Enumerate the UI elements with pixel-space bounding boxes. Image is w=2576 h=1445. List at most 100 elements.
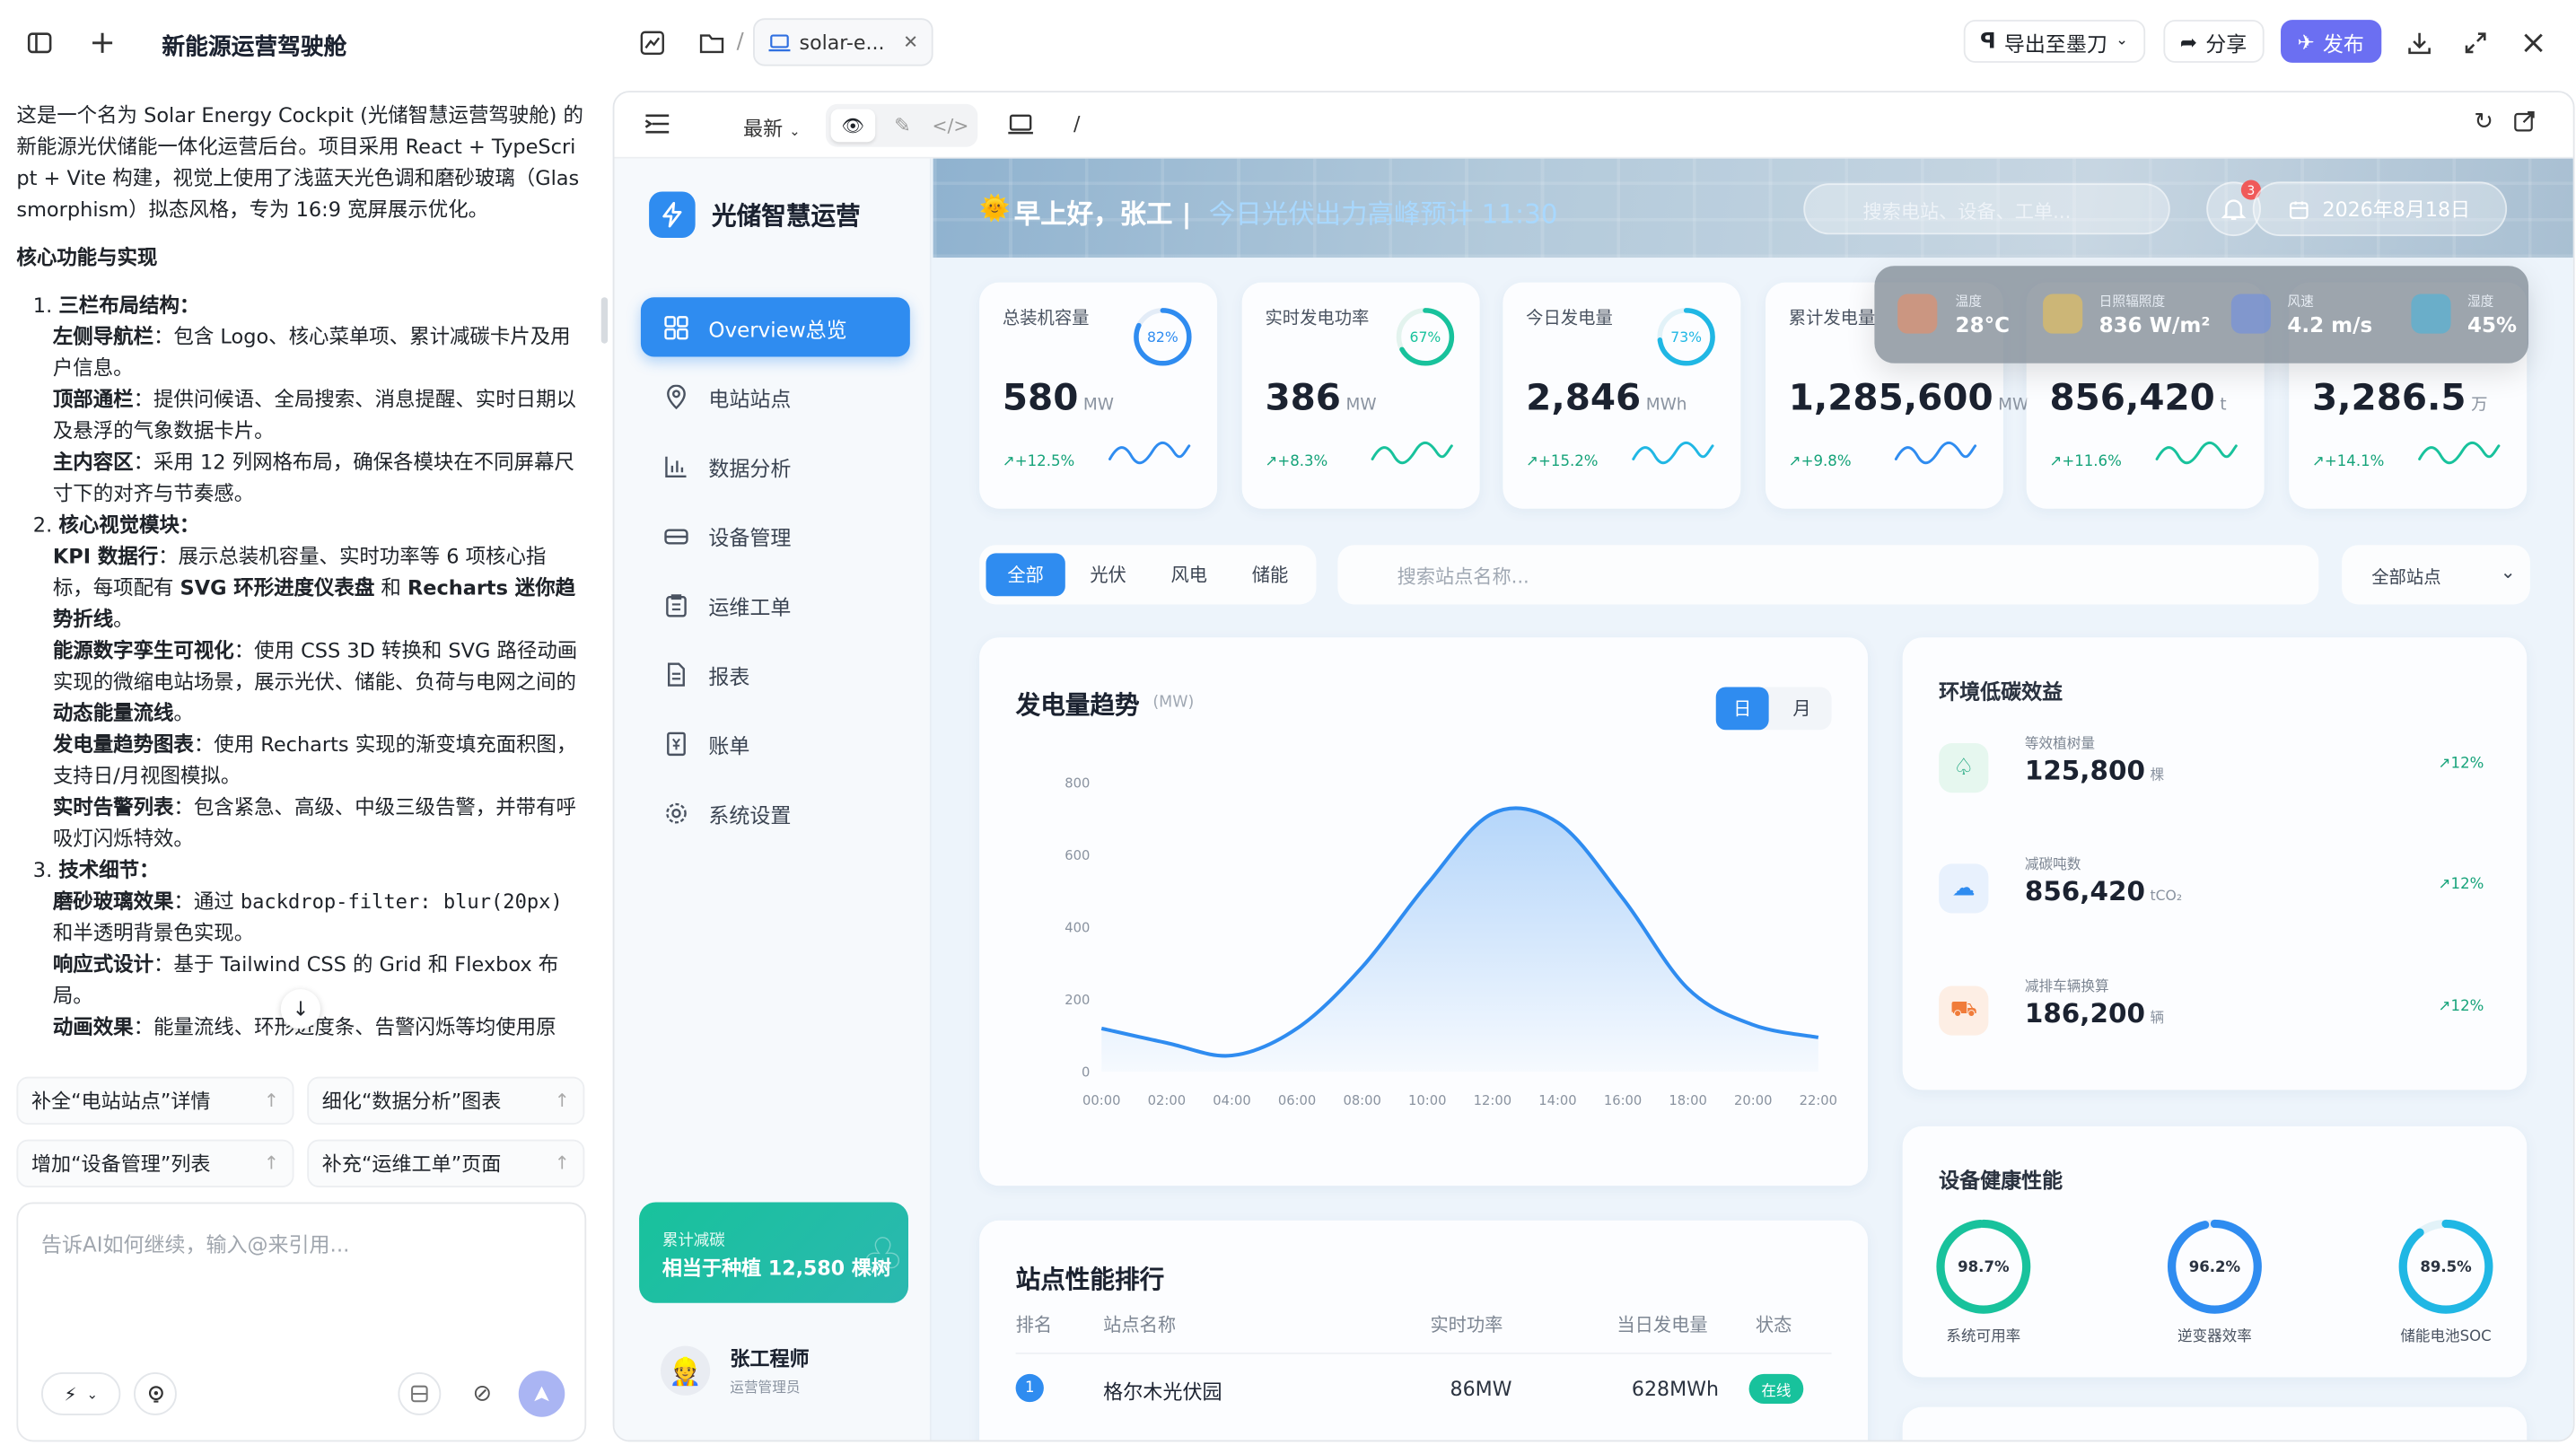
mode-selector[interactable]: ⚡ ⌄ bbox=[41, 1372, 121, 1415]
list-item: 磨砂玻璃效果：通过 backdrop-filter: blur(20px) 和半… bbox=[52, 889, 563, 945]
avatar: 👷 bbox=[661, 1345, 711, 1396]
col-header: 实时功率 bbox=[1430, 1314, 1503, 1336]
toggle-month[interactable]: 月 bbox=[1775, 687, 1828, 730]
carbon-label: 累计减碳 bbox=[662, 1231, 725, 1250]
suggestion-chip[interactable]: 补全“电站站点”详情 ↑ bbox=[16, 1076, 294, 1125]
sparkline-path bbox=[1108, 442, 1191, 465]
intro-text: 这是一个名为 Solar Energy Cockpit (光储智慧运营驾驶舱) … bbox=[16, 103, 583, 222]
attachment-box-icon[interactable] bbox=[398, 1372, 442, 1415]
menu-collapse-icon[interactable] bbox=[644, 112, 670, 136]
global-search-input[interactable]: 搜索电站、设备、工单... bbox=[1863, 198, 2072, 224]
station-search-input[interactable]: 搜索站点名称... bbox=[1398, 563, 1529, 589]
gear-icon bbox=[666, 801, 687, 823]
filter-tab-solar[interactable]: 光伏 bbox=[1070, 553, 1146, 596]
suggestion-chip[interactable]: 增加“设备管理”列表 ↑ bbox=[16, 1139, 294, 1187]
close-window-icon[interactable] bbox=[2512, 22, 2555, 65]
list-item: 动画效果：能量流线、环形进度条、告警闪烁等均使用原 bbox=[52, 1015, 556, 1039]
scroll-down-button[interactable]: ↓ bbox=[280, 989, 320, 1029]
preview-toolbar: 最新 ⌄ 👁 ✎ </> / ↻ bbox=[614, 92, 2573, 159]
kpi-card[interactable]: 总装机容量 82% 580 MW ↗+12.5% bbox=[979, 282, 1218, 509]
edit-pencil-icon[interactable]: ✎ bbox=[881, 109, 925, 142]
export-button[interactable]: ꟼ 导出至墨刀 ⌄ bbox=[1963, 20, 2145, 63]
droplet-icon bbox=[2411, 293, 2451, 334]
preview-panel: 最新 ⌄ 👁 ✎ </> / ↻ 光储智慧运营 Overview总览 电站站点 … bbox=[612, 91, 2575, 1442]
table-row[interactable]: 1 格尔木光伏园 86MW 628MWh 在线 bbox=[979, 1362, 1868, 1412]
env-item[interactable]: ☁ 减碳吨数 856,420 tCO₂ ↗12% bbox=[1939, 854, 2484, 936]
ring-gauge: 82% bbox=[1134, 308, 1192, 366]
env-item[interactable]: ♤ 等效植树量 125,800 棵 ↗12% bbox=[1939, 733, 2484, 816]
download-icon[interactable] bbox=[2398, 22, 2441, 65]
chat-input[interactable]: 告诉AI如何继续，输入@来引用... bbox=[41, 1227, 349, 1258]
nav-item-overview[interactable]: Overview总览 bbox=[640, 297, 910, 357]
open-external-icon[interactable] bbox=[2513, 110, 2535, 132]
send-message-button[interactable] bbox=[518, 1371, 565, 1417]
nav-item-stations[interactable]: 电站站点 bbox=[641, 366, 910, 425]
x-tick-label: 08:00 bbox=[1343, 1093, 1380, 1108]
filter-tabs: 全部 光伏 风电 储能 bbox=[979, 545, 1317, 605]
close-tab-icon[interactable]: ✕ bbox=[903, 31, 918, 53]
paperclip-icon[interactable]: ⊘ bbox=[460, 1372, 504, 1415]
global-search[interactable]: 搜索电站、设备、工单... bbox=[1803, 183, 2170, 235]
kpi-card[interactable]: 实时发电功率 67% 386 MW ↗+8.3% bbox=[1241, 282, 1480, 509]
list-item: 主内容区：采用 12 列网格布局，确保各模块在不同屏幕尺寸下的对齐与节奏感。 bbox=[52, 451, 574, 506]
code-icon[interactable]: </> bbox=[928, 109, 973, 142]
chevron-down-icon: ⌄ bbox=[2500, 561, 2516, 583]
expand-icon[interactable] bbox=[2454, 22, 2497, 65]
grid-icon bbox=[664, 315, 688, 339]
sidebar-toggle-icon[interactable] bbox=[18, 22, 61, 65]
scrollbar[interactable] bbox=[600, 297, 609, 344]
folder-icon[interactable] bbox=[690, 22, 733, 65]
power-trend-card: 发电量趋势 (MW) 日 月 0 200 400 600 800 00:00 02:00 04… bbox=[979, 637, 1869, 1187]
chevron-down-icon: ⌄ bbox=[2116, 32, 2129, 50]
status-badge: 在线 bbox=[1748, 1373, 1804, 1404]
station-select[interactable]: 全部站点 ⌄ bbox=[2342, 545, 2530, 605]
share-button[interactable]: ➦ 分享 bbox=[2163, 20, 2264, 63]
sparkline-path bbox=[2155, 442, 2238, 465]
version-selector[interactable]: 最新 ⌄ bbox=[743, 114, 801, 142]
x-tick-label: 18:00 bbox=[1669, 1093, 1706, 1108]
filter-tab-all[interactable]: 全部 bbox=[986, 553, 1065, 597]
suggestion-chip[interactable]: 补充“运维工单”页面 ↑ bbox=[307, 1139, 585, 1187]
station-search[interactable]: 搜索站点名称... bbox=[1337, 545, 2319, 605]
sparkline-path bbox=[2418, 442, 2501, 465]
svg-text:98.7%: 98.7% bbox=[1958, 1258, 2010, 1275]
chart-icon[interactable] bbox=[631, 22, 674, 65]
y-tick-label: 600 bbox=[1065, 848, 1090, 863]
device-url-bar: / ↻ bbox=[991, 104, 2544, 147]
health-ring: 89.5% bbox=[2398, 1219, 2493, 1314]
desktop-device-icon[interactable] bbox=[1007, 114, 1033, 136]
nav-item-devices[interactable]: 设备管理 bbox=[641, 505, 910, 565]
toggle-day[interactable]: 日 bbox=[1715, 687, 1769, 731]
preview-eye-icon[interactable]: 👁 bbox=[830, 109, 876, 143]
nav-item-settings[interactable]: 系统设置 bbox=[641, 783, 910, 842]
filter-tab-storage[interactable]: 储能 bbox=[1232, 553, 1309, 596]
nav-item-reports[interactable]: 报表 bbox=[641, 644, 910, 704]
date-display[interactable]: 2026年8月18日 bbox=[2252, 181, 2508, 237]
new-chat-icon[interactable] bbox=[81, 22, 124, 65]
url-path[interactable]: / bbox=[1073, 112, 1080, 136]
nav-item-workorders[interactable]: 运维工单 bbox=[641, 574, 910, 634]
filter-tab-wind[interactable]: 风电 bbox=[1151, 553, 1227, 596]
health-ring: 98.7% bbox=[1936, 1219, 2031, 1314]
chart-toggle: 日 月 bbox=[1715, 687, 1832, 731]
rank-badge: 1 bbox=[1015, 1373, 1044, 1403]
sparkline-path bbox=[1632, 442, 1714, 465]
app-sidebar: 光储智慧运营 Overview总览 电站站点 数据分析 设备管理 运维工单 报表… bbox=[614, 158, 932, 1441]
chart-title: 发电量趋势 bbox=[1015, 690, 1140, 721]
nav-item-billing[interactable]: 账单 bbox=[641, 714, 910, 773]
publish-button[interactable]: ✈ 发布 bbox=[2281, 20, 2381, 63]
refresh-icon[interactable]: ↻ bbox=[2474, 109, 2493, 135]
kpi-card[interactable]: 今日发电量 73% 2,846 MWh ↗+15.2% bbox=[1503, 282, 1741, 509]
file-tab[interactable]: solar-e... ✕ bbox=[753, 18, 933, 66]
env-item[interactable]: ⛟ 减排车辆换算 186,200 辆 ↗12% bbox=[1939, 976, 2484, 1058]
calendar-icon bbox=[2290, 199, 2309, 219]
bulb-icon[interactable] bbox=[134, 1372, 177, 1415]
user-profile[interactable]: 👷 张工程师 运营管理员 bbox=[661, 1344, 810, 1397]
chat-input-box[interactable]: 告诉AI如何继续，输入@来引用... ⚡ ⌄ ⊘ bbox=[16, 1202, 587, 1442]
nav-item-analytics[interactable]: 数据分析 bbox=[641, 436, 910, 495]
x-tick-label: 02:00 bbox=[1148, 1093, 1186, 1108]
list-item: 能源数字孪生可视化：使用 CSS 3D 转换和 SVG 路径动画实现的微缩电站场… bbox=[52, 639, 578, 725]
leaf-icon: ♧ bbox=[860, 1228, 906, 1287]
greeting: 早上好，张工 | bbox=[1013, 197, 1192, 230]
suggestion-chip[interactable]: 细化“数据分析”图表 ↑ bbox=[307, 1076, 585, 1125]
